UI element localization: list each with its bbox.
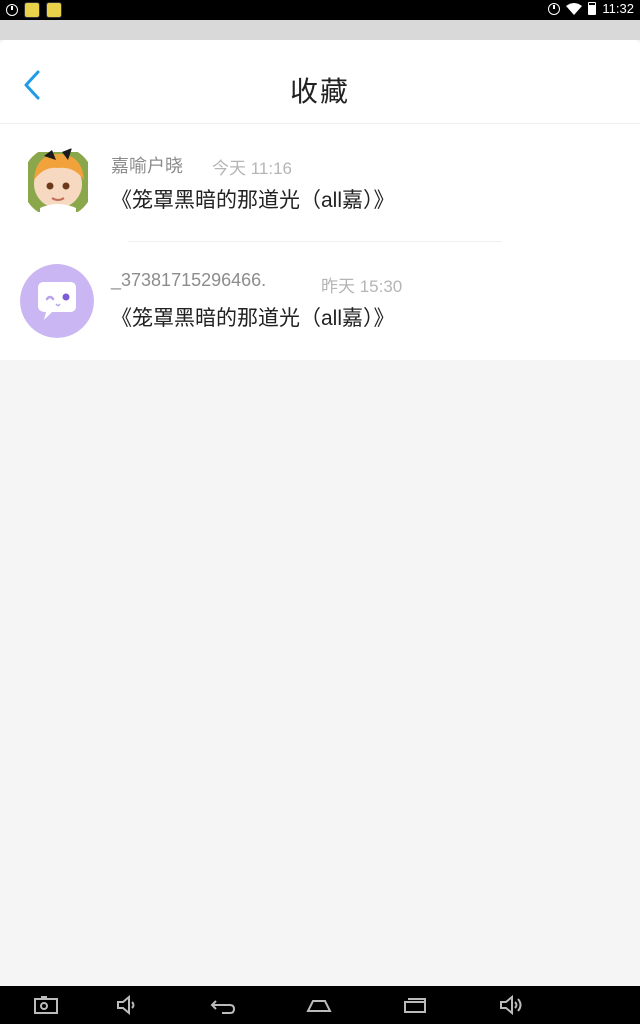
- header: 收藏: [0, 40, 640, 124]
- screenshot-icon[interactable]: [32, 993, 60, 1017]
- app-notification-icon: [24, 2, 40, 18]
- app-notification-icon: [46, 2, 62, 18]
- battery-icon: [588, 2, 597, 15]
- item-message[interactable]: 《笼罩黑暗的那道光（all嘉）》: [111, 184, 395, 214]
- status-time: 11:32: [602, 1, 634, 16]
- recents-icon[interactable]: [401, 993, 429, 1017]
- system-nav-bar: [0, 986, 640, 1024]
- wifi-icon: [566, 2, 583, 15]
- favorites-list: 嘉喻户晓 今天 11:16 《笼罩黑暗的那道光（all嘉）》 _37381715…: [0, 124, 640, 360]
- status-bar: 11:32: [0, 0, 640, 20]
- volume-up-icon[interactable]: [497, 993, 525, 1017]
- page-title: 收藏: [289, 75, 350, 108]
- list-item[interactable]: 嘉喻户晓 今天 11:16 《笼罩黑暗的那道光（all嘉）》: [0, 124, 640, 242]
- item-time: 昨天 15:30: [321, 277, 403, 296]
- avatar[interactable]: [20, 264, 94, 338]
- avatar[interactable]: [22, 146, 94, 218]
- home-icon[interactable]: [305, 993, 333, 1017]
- item-time: 今天 11:16: [212, 159, 293, 178]
- volume-down-icon[interactable]: [114, 993, 142, 1017]
- anime-character-icon: [28, 148, 88, 218]
- chat-bubble-icon: [20, 264, 94, 338]
- top-strip: [0, 20, 640, 40]
- back-icon[interactable]: [208, 993, 236, 1017]
- alarm-icon: [6, 4, 18, 16]
- item-message[interactable]: 《笼罩黑暗的那道光（all嘉）》: [111, 302, 395, 332]
- status-left: [6, 2, 62, 18]
- item-name: 嘉喻户晓: [111, 156, 183, 176]
- status-right: 11:32: [548, 1, 634, 16]
- alarm-icon: [548, 2, 561, 15]
- list-item[interactable]: _37381715296466. 昨天 15:30 《笼罩黑暗的那道光（all嘉…: [0, 242, 640, 360]
- item-name: _37381715296466.: [111, 270, 267, 290]
